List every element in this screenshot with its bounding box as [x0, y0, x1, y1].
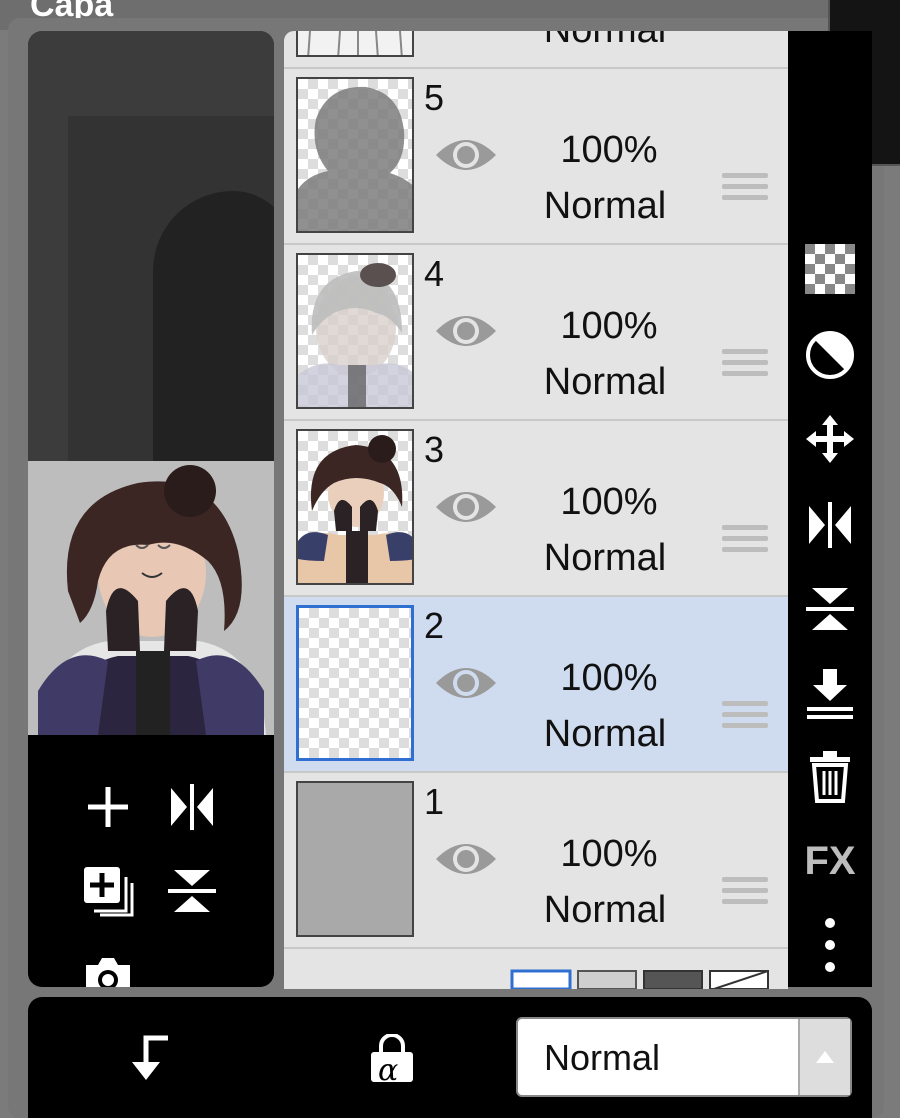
layer-blend-mode[interactable]: Normal — [530, 361, 680, 404]
flip-horizontal-icon[interactable] — [164, 779, 220, 835]
more-vertical-icon[interactable] — [800, 915, 860, 975]
layer-list[interactable]: Normal 5 100% Normal 4 — [284, 31, 788, 987]
layer-row-partial[interactable]: Normal — [284, 31, 788, 69]
camera-icon[interactable] — [80, 949, 136, 987]
transparency-checker-icon[interactable] — [800, 239, 860, 299]
opacity-circle-icon[interactable] — [800, 325, 860, 385]
character-preview-image — [28, 461, 274, 735]
visibility-eye-icon[interactable] — [434, 307, 498, 355]
merge-down-icon[interactable] — [800, 663, 860, 723]
layer-row-selected[interactable]: 2 100% Normal — [284, 597, 788, 773]
canvas-preview — [28, 31, 274, 987]
canvas-view[interactable] — [28, 31, 274, 481]
layer-row[interactable]: 1 100% Normal — [284, 773, 788, 949]
alpha-lock-icon[interactable]: α — [352, 1019, 432, 1099]
layer-number: 3 — [424, 429, 445, 470]
layer-blend-mode[interactable]: Normal — [530, 713, 680, 756]
layer-row[interactable]: 3 100% Normal — [284, 421, 788, 597]
flip-horizontal-icon[interactable] — [800, 495, 860, 555]
layer-thumbnail — [296, 31, 414, 57]
fx-icon[interactable]: FX — [800, 831, 860, 891]
clipping-arrow-icon[interactable] — [110, 1019, 190, 1099]
layer-number: 4 — [424, 253, 445, 294]
bottom-bar: α Normal — [28, 997, 872, 1118]
layer-row[interactable]: 4 100% Normal — [284, 245, 788, 421]
preview-thumbnail — [28, 461, 274, 735]
paper-texture-strip — [284, 965, 788, 991]
layer-opacity[interactable]: 100% — [554, 657, 664, 700]
layer-number: 2 — [424, 605, 445, 646]
chevron-up-icon[interactable] — [798, 1019, 850, 1095]
add-layer-icon[interactable] — [80, 779, 136, 835]
layer-thumbnail — [296, 253, 414, 409]
duplicate-layer-icon[interactable] — [80, 863, 136, 919]
visibility-eye-icon[interactable] — [434, 659, 498, 707]
layer-thumbnail — [296, 605, 414, 761]
drag-handle-icon[interactable] — [722, 525, 768, 565]
layer-number: 5 — [424, 77, 445, 118]
trash-icon[interactable] — [800, 747, 860, 807]
drag-handle-icon[interactable] — [722, 173, 768, 213]
layer-opacity[interactable]: 100% — [554, 481, 664, 524]
alpha-label: α — [378, 1053, 399, 1088]
character-shadow — [153, 191, 274, 481]
drag-handle-icon[interactable] — [722, 701, 768, 741]
visibility-eye-icon[interactable] — [434, 835, 498, 883]
blend-mode-select[interactable]: Normal — [516, 1017, 852, 1097]
layer-opacity[interactable]: 100% — [554, 305, 664, 348]
layer-thumbnail — [296, 781, 414, 937]
move-icon[interactable] — [800, 409, 860, 469]
flip-vertical-icon[interactable] — [800, 579, 860, 639]
layer-blend-mode: Normal — [530, 31, 680, 52]
visibility-eye-icon[interactable] — [434, 483, 498, 531]
drag-handle-icon[interactable] — [722, 877, 768, 917]
drag-handle-icon[interactable] — [722, 349, 768, 389]
visibility-eye-icon[interactable] — [434, 131, 498, 179]
layer-blend-mode[interactable]: Normal — [530, 889, 680, 932]
layer-blend-mode[interactable]: Normal — [530, 537, 680, 580]
layer-row[interactable]: 5 100% Normal — [284, 69, 788, 245]
layer-opacity[interactable]: 100% — [554, 833, 664, 876]
flip-vertical-icon[interactable] — [164, 863, 220, 919]
layer-opacity[interactable]: 100% — [554, 129, 664, 172]
right-toolbar: FX — [788, 31, 872, 987]
layer-thumbnail — [296, 429, 414, 585]
layer-thumbnail — [296, 77, 414, 233]
blend-mode-value: Normal — [544, 1037, 661, 1078]
layer-tools — [28, 735, 274, 987]
layer-blend-mode[interactable]: Normal — [530, 185, 680, 228]
layer-number: 1 — [424, 781, 445, 822]
